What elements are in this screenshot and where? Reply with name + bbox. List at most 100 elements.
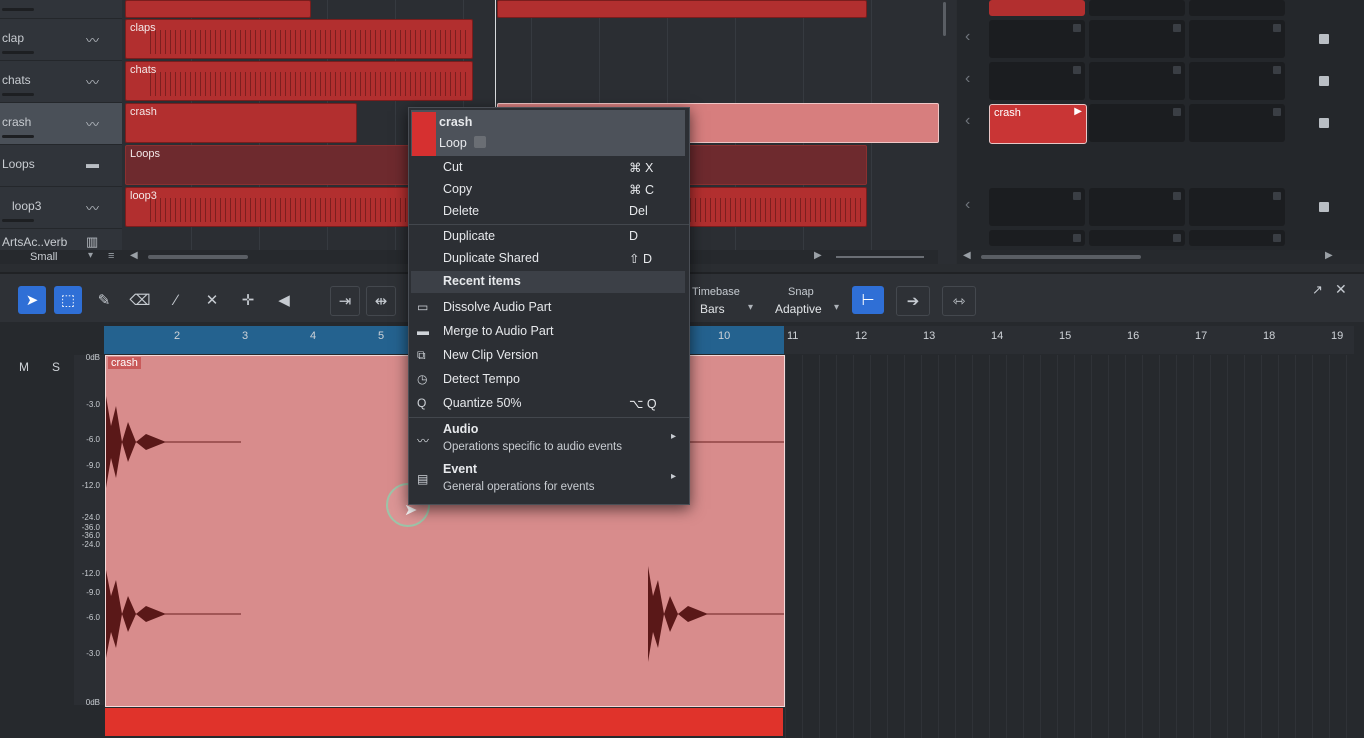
scene-cell[interactable] (989, 230, 1085, 246)
scene-cell[interactable] (1089, 188, 1185, 226)
follow-icon[interactable]: ➔ (896, 286, 930, 316)
menu-item-cut[interactable]: Cut ⌘ X (409, 157, 689, 179)
clip-chats[interactable]: chats (125, 61, 473, 101)
timebase-select[interactable]: Bars (700, 302, 725, 316)
db-label: -12.0 (81, 569, 100, 578)
snap-toggle-icon[interactable]: ⊢ (852, 286, 884, 314)
chevron-left-icon[interactable]: ‹ (965, 112, 970, 130)
scene-cell[interactable] (1089, 62, 1185, 100)
event-color-swatch[interactable] (412, 112, 436, 156)
clip-crash[interactable]: crash (125, 103, 357, 143)
scene-clip-crash[interactable]: crash ▶ (989, 104, 1087, 144)
stop-icon[interactable] (1319, 202, 1329, 212)
eraser-tool-icon[interactable]: ⌫ (126, 286, 154, 314)
stop-icon[interactable] (1319, 34, 1329, 44)
detach-icon[interactable]: ↗ (1312, 282, 1323, 298)
track-header-top[interactable] (0, 0, 122, 19)
audio-bend-icon[interactable]: ⇥ (330, 286, 360, 316)
menu-item-copy[interactable]: Copy ⌘ C (409, 179, 689, 201)
stop-icon[interactable] (1319, 76, 1329, 86)
solo-button[interactable]: S (52, 360, 60, 374)
stop-icon[interactable] (1319, 118, 1329, 128)
menu-item-merge[interactable]: ▬ Merge to Audio Part (409, 321, 689, 343)
loop-checkbox[interactable] (474, 136, 486, 148)
track-header-loop3[interactable]: loop3 〰 (0, 187, 122, 229)
editor-grid[interactable] (785, 355, 1355, 738)
scene-cell[interactable] (1089, 20, 1185, 58)
split-tool-icon[interactable]: ✎ (90, 286, 118, 314)
menu-item-detect-tempo[interactable]: ◷ Detect Tempo (409, 369, 689, 391)
menu-item-duplicate-shared[interactable]: Duplicate Shared ⇧ D (409, 248, 689, 270)
menu-item-quantize[interactable]: Q Quantize 50% ⌥ Q (409, 393, 689, 415)
scene-cell[interactable] (1089, 230, 1185, 246)
scroll-left-icon[interactable]: ◀ (130, 250, 138, 261)
menu-item-event[interactable]: ▤ Event General operations for events ▸ (409, 459, 689, 499)
track-header-artsac[interactable]: ArtsAc..verb ▥ (0, 229, 122, 251)
listen-tool-icon[interactable]: ◀ (270, 286, 298, 314)
audio-icon: 〰 (417, 434, 430, 448)
db-label: -24.0 (81, 513, 100, 522)
mute-button[interactable]: M (19, 360, 29, 374)
snap-select[interactable]: Adaptive (775, 302, 822, 316)
track-header-chats[interactable]: chats 〰 (0, 61, 122, 103)
scene-cell[interactable] (989, 188, 1085, 226)
menu-item-delete[interactable]: Delete Del (409, 201, 689, 223)
scene-cell[interactable] (1189, 20, 1285, 58)
vertical-scrollbar[interactable] (943, 2, 946, 36)
clip-claps[interactable]: claps (125, 19, 473, 59)
horizontal-scrollbar[interactable] (981, 255, 1141, 259)
track-size-label[interactable]: Small (30, 251, 58, 263)
paint-tool-icon[interactable]: ∕ (162, 286, 190, 314)
scroll-left-icon[interactable]: ◀ (963, 250, 971, 261)
scene-cell[interactable] (989, 0, 1085, 16)
menu-item-new-clip[interactable]: ⧉ New Clip Version (409, 345, 689, 367)
scene-grid[interactable]: ‹ ‹ ‹ crash ▶ ‹ (957, 0, 1364, 250)
mute-tool-icon[interactable]: ✕ (198, 286, 226, 314)
scene-cell[interactable] (1189, 230, 1285, 246)
clip[interactable] (125, 0, 311, 18)
volume-slider[interactable] (2, 51, 34, 54)
instrument-track-icon: ▥ (86, 234, 99, 249)
scene-cell[interactable] (1189, 0, 1285, 16)
horizontal-scrollbar[interactable] (148, 255, 248, 259)
db-label: -36.0 (81, 531, 100, 540)
scene-cell[interactable] (1089, 0, 1185, 16)
chevron-down-icon[interactable]: ▾ (88, 250, 93, 261)
bend-tool-icon[interactable]: ✛ (234, 286, 262, 314)
zoom-fit-icon[interactable]: ⇿ (942, 286, 976, 316)
chevron-left-icon[interactable]: ‹ (965, 196, 970, 214)
scene-cell[interactable] (1189, 188, 1285, 226)
menu-item-duplicate[interactable]: Duplicate D (409, 226, 689, 248)
chevron-down-icon[interactable]: ▾ (834, 302, 839, 313)
arrow-tool-icon[interactable]: ➤ (18, 286, 46, 314)
track-header-clap[interactable]: clap 〰 (0, 19, 122, 61)
volume-slider[interactable] (2, 135, 34, 138)
menu-item-audio[interactable]: 〰 Audio Operations specific to audio eve… (409, 419, 689, 459)
scene-cell[interactable] (1089, 104, 1185, 142)
volume-slider[interactable] (2, 219, 34, 222)
audio-track-icon: 〰 (86, 75, 100, 90)
volume-slider[interactable] (2, 93, 34, 96)
zoom-slider[interactable] (836, 256, 924, 258)
scroll-right-icon[interactable]: ▶ (1325, 250, 1333, 261)
range-tool-icon[interactable]: ⬚ (54, 286, 82, 314)
play-icon[interactable]: ▶ (1074, 106, 1082, 117)
scene-cell[interactable] (1189, 62, 1285, 100)
scene-cell[interactable] (989, 62, 1085, 100)
clip[interactable] (497, 0, 867, 18)
scroll-right-icon[interactable]: ▶ (814, 250, 822, 261)
chevron-left-icon[interactable]: ‹ (965, 70, 970, 88)
strip-silence-icon[interactable]: ⇹ (366, 286, 396, 316)
menu-icon[interactable]: ≡ (108, 250, 114, 262)
scene-cell[interactable] (989, 20, 1085, 58)
scene-cell[interactable] (1189, 104, 1285, 142)
close-icon[interactable]: ✕ (1335, 281, 1347, 298)
ruler-tick: 3 (242, 330, 249, 342)
menu-item-dissolve[interactable]: ▭ Dissolve Audio Part (409, 297, 689, 319)
track-header-crash[interactable]: crash 〰 (0, 103, 122, 145)
track-header-loops[interactable]: Loops ▬ (0, 145, 122, 187)
new-clip-icon: ⧉ (417, 348, 426, 362)
chevron-left-icon[interactable]: ‹ (965, 28, 970, 46)
chevron-down-icon[interactable]: ▾ (748, 302, 753, 313)
audio-track-icon: 〰 (86, 117, 100, 132)
